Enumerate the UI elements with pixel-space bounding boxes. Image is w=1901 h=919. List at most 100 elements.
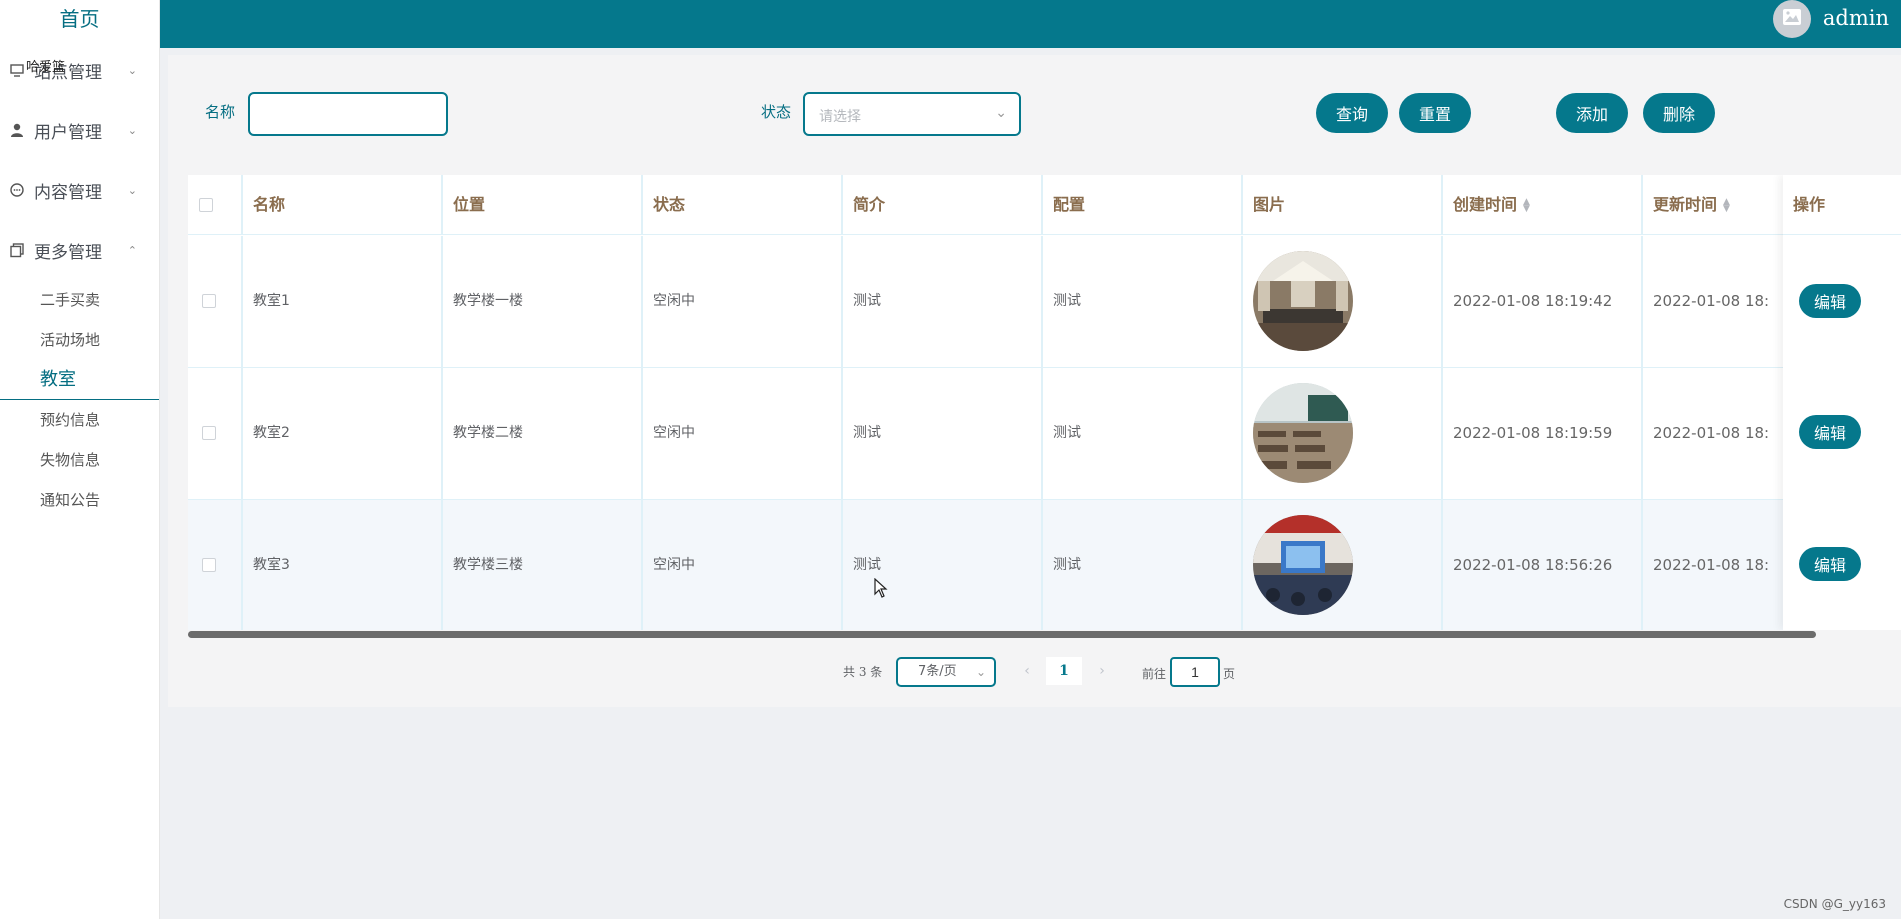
chevron-down-icon: ⌄ <box>127 63 137 77</box>
cell-location: 教学楼二楼 <box>443 368 643 499</box>
submenu-item-lost-items[interactable]: 失物信息 <box>0 440 159 480</box>
chevron-left-icon: ‹ <box>1024 663 1030 679</box>
cell-created: 2022-01-08 18:56:26 <box>1443 500 1643 630</box>
chevron-down-icon: ⌄ <box>127 183 137 197</box>
column-header-image: 图片 <box>1243 175 1443 235</box>
cell-created: 2022-01-08 18:19:42 <box>1443 236 1643 367</box>
cell-image <box>1243 500 1443 630</box>
select-all-checkbox[interactable] <box>199 198 213 212</box>
row-select-cell <box>188 236 243 367</box>
chevron-right-icon: › <box>1099 663 1105 679</box>
row-checkbox[interactable] <box>202 426 216 440</box>
table-row: 教室1 教学楼一楼 空闲中 测试 测试 2022-01-08 18:19:42 … <box>188 236 1901 368</box>
cell-config: 测试 <box>1043 500 1243 630</box>
sidebar: 首页 站点管理 ⌄ 哈爱篮 用户管理 ⌄ 内容管理 ⌄ 更多管理 ⌃ 二手买卖 … <box>0 0 160 919</box>
status-select[interactable]: 请选择 ⌄ <box>803 92 1021 136</box>
submenu-item-venues[interactable]: 活动场地 <box>0 320 159 360</box>
classroom-photo[interactable] <box>1253 383 1353 483</box>
submenu-item-announcements[interactable]: 通知公告 <box>0 480 159 520</box>
menu-more-management[interactable]: 更多管理 ⌃ <box>0 220 159 280</box>
column-header-updated-label: 更新时间 <box>1653 195 1718 214</box>
menu-label: 更多管理 <box>34 242 102 263</box>
sort-icon[interactable]: ▲ ▼ <box>1723 197 1730 213</box>
cell-status: 空闲中 <box>643 236 843 367</box>
goto-prefix: 前往 <box>1142 667 1167 681</box>
overlay-text: 哈爱篮 <box>26 60 66 75</box>
add-button[interactable]: 添加 <box>1556 93 1628 133</box>
row-select-cell <box>188 368 243 499</box>
classroom-photo[interactable] <box>1253 515 1353 615</box>
cell-status: 空闲中 <box>643 500 843 630</box>
menu-site-management[interactable]: 站点管理 ⌄ <box>0 40 159 100</box>
top-header: admin <box>160 0 1901 48</box>
classroom-photo[interactable] <box>1253 251 1353 351</box>
username[interactable]: admin <box>1823 6 1889 30</box>
pagination-total: 共 3 条 <box>843 665 883 679</box>
name-filter-input[interactable] <box>248 92 448 136</box>
cell-config: 测试 <box>1043 368 1243 499</box>
edit-button[interactable]: 编辑 <box>1799 547 1861 581</box>
cell-name: 教室1 <box>243 236 443 367</box>
submenu-item-reservations[interactable]: 预约信息 <box>0 400 159 440</box>
status-filter-label: 状态 <box>761 103 792 121</box>
table-row: 教室3 教学楼三楼 空闲中 测试 测试 2022-01-08 18:56:26 … <box>188 500 1901 630</box>
page-number-current[interactable]: 1 <box>1046 657 1082 685</box>
status-select-placeholder: 请选择 <box>819 109 861 125</box>
table-row: 教室2 教学楼二楼 空闲中 测试 测试 2022-01-08 18:19:59 … <box>188 368 1901 500</box>
cell-config: 测试 <box>1043 236 1243 367</box>
page-size-select[interactable]: 7条/页 ⌄ <box>896 657 996 687</box>
submenu-item-secondhand[interactable]: 二手买卖 <box>0 280 159 320</box>
chevron-down-icon: ⌄ <box>975 665 986 679</box>
goto-suffix: 页 <box>1223 667 1236 681</box>
data-table: 名称 位置 状态 简介 配置 图片 创建时间 ▲ ▼ 更新时间 ▲ ▼ 教室1 教学楼一… <box>188 175 1901 630</box>
cell-created: 2022-01-08 18:19:59 <box>1443 368 1643 499</box>
column-header-action: 操作 <box>1783 175 1901 235</box>
submenu-item-classroom[interactable]: 教室 <box>0 360 159 400</box>
avatar[interactable] <box>1773 0 1811 38</box>
prev-page-button[interactable]: ‹ <box>1009 657 1045 685</box>
menu-label: 用户管理 <box>34 122 102 143</box>
mouse-cursor-icon <box>874 577 888 602</box>
copy-icon <box>8 241 26 259</box>
table-header: 名称 位置 状态 简介 配置 图片 创建时间 ▲ ▼ 更新时间 ▲ ▼ <box>188 175 1901 235</box>
monitor-icon <box>8 61 26 79</box>
home-link[interactable]: 首页 <box>0 0 159 40</box>
horizontal-scrollbar[interactable] <box>188 631 1816 638</box>
delete-button[interactable]: 删除 <box>1643 93 1715 133</box>
cell-image <box>1243 236 1443 367</box>
name-filter-label: 名称 <box>205 103 236 121</box>
query-button[interactable]: 查询 <box>1316 93 1388 133</box>
page-size-value: 7条/页 <box>918 664 957 679</box>
column-header-config: 配置 <box>1043 175 1243 235</box>
cell-name: 教室2 <box>243 368 443 499</box>
next-page-button[interactable]: › <box>1084 657 1120 685</box>
edit-button[interactable]: 编辑 <box>1799 284 1861 318</box>
menu-content-management[interactable]: 内容管理 ⌄ <box>0 160 159 220</box>
sort-icon[interactable]: ▲ ▼ <box>1523 197 1530 213</box>
column-header-intro: 简介 <box>843 175 1043 235</box>
column-header-status: 状态 <box>643 175 843 235</box>
row-checkbox[interactable] <box>202 294 216 308</box>
user-icon <box>8 121 26 139</box>
chat-icon <box>8 181 26 199</box>
row-select-cell <box>188 500 243 630</box>
submenu: 二手买卖 活动场地 教室 预约信息 失物信息 通知公告 <box>0 280 159 520</box>
chevron-down-icon: ⌄ <box>995 105 1007 121</box>
column-header-location: 位置 <box>443 175 643 235</box>
watermark: CSDN @G_yy163 <box>1783 897 1886 911</box>
reset-button[interactable]: 重置 <box>1399 93 1471 133</box>
image-icon <box>1782 8 1802 30</box>
cell-intro: 测试 <box>843 236 1043 367</box>
cell-location: 教学楼三楼 <box>443 500 643 630</box>
goto-page-input[interactable] <box>1170 657 1220 687</box>
cell-intro: 测试 <box>843 368 1043 499</box>
column-header-created[interactable]: 创建时间 ▲ ▼ <box>1443 175 1643 235</box>
row-checkbox[interactable] <box>202 558 216 572</box>
column-header-name: 名称 <box>243 175 443 235</box>
cell-status: 空闲中 <box>643 368 843 499</box>
menu-user-management[interactable]: 用户管理 ⌄ <box>0 100 159 160</box>
menu-label: 内容管理 <box>34 182 102 203</box>
fixed-action-column: 操作 编辑 编辑 编辑 <box>1783 175 1901 630</box>
select-all-cell <box>188 175 243 235</box>
edit-button[interactable]: 编辑 <box>1799 415 1861 449</box>
